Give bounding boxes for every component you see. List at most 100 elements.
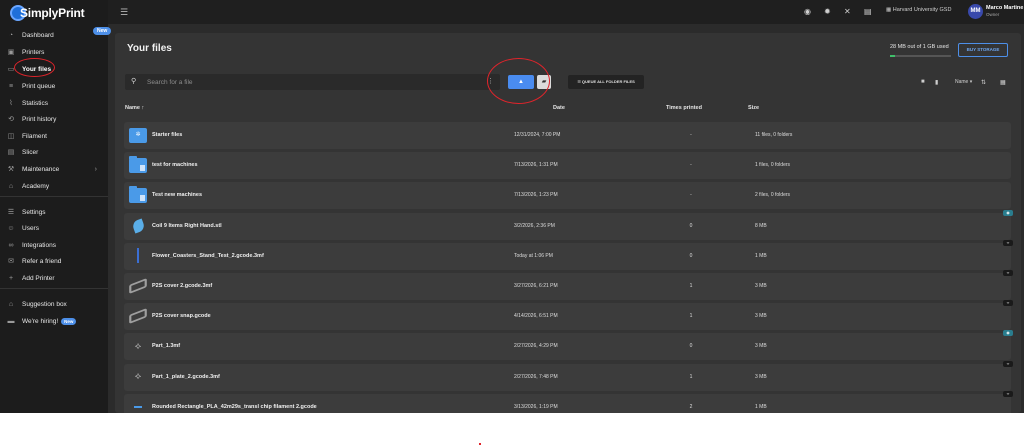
header-name-label: Name <box>125 105 140 111</box>
sidebar-item-print-history[interactable]: ⟲ Print history <box>0 112 108 126</box>
sidebar-item-label: Settings <box>22 208 46 216</box>
storage-usage-text: 28 MB out of 1 GB used <box>890 44 949 50</box>
sidebar-item-suggestion-box[interactable]: ⌂ Suggestion box <box>0 297 108 311</box>
sidebar-item-label: Slicer <box>22 148 39 156</box>
file-name: Coil 9 Items Right Hand.stl <box>152 222 222 229</box>
sidebar-item-we-re-hiring[interactable]: ▬ We're hiring! New <box>0 314 108 328</box>
organization-name: Harvard University GSD <box>892 7 952 13</box>
sidebar-item-label: Add Printer <box>22 274 55 282</box>
sidebar-item-add-printer[interactable]: + Add Printer <box>0 271 108 285</box>
file-times-printed: 0 <box>689 252 693 259</box>
sidebar-item-academy[interactable]: ⌂ Academy <box>0 179 108 193</box>
app-logo[interactable]: SimplyPrint <box>8 3 100 23</box>
history-icon: ⟲ <box>8 116 14 123</box>
file-size: 1 MB <box>755 252 767 259</box>
table-row[interactable]: ✲ Starter files 12/31/2024, 7:00 PM - 11 fil… <box>124 122 1011 149</box>
news-icon[interactable]: ▤ <box>864 7 872 16</box>
table-row[interactable]: ⟡ Part_1.3mf 2/27/2026, 4:29 PM 0 3 MB ◉ <box>124 330 1013 361</box>
queue-all-folder-files-button[interactable]: ☰ QUEUE ALL FOLDER FILES <box>568 75 644 89</box>
model-preview-icon <box>129 278 147 294</box>
sort-arrow-up-icon: ↑ <box>141 105 145 111</box>
column-header-date[interactable]: Date <box>553 105 565 111</box>
hamburger-menu-icon[interactable]: ☰ <box>120 7 128 18</box>
table-row[interactable]: Coil 9 Items Right Hand.stl 3/2/2026, 2:3… <box>124 209 1013 240</box>
search-bar: ⚲ ⋮ <box>125 74 500 90</box>
link-icon: ∞ <box>8 241 14 249</box>
grid-view-icon[interactable]: ▦ <box>1000 79 1006 86</box>
sidebar-item-users[interactable]: ☺ Users <box>0 221 108 235</box>
gear-icon[interactable]: ✹ <box>824 7 831 16</box>
table-row[interactable]: P2S cover snap.gcode 4/14/2026, 6:51 PM 1 3… <box>124 300 1013 331</box>
file-date: 7/13/2026, 1:23 PM <box>514 192 558 199</box>
sort-label: Name <box>955 79 969 85</box>
column-header-name[interactable]: Name ↑ <box>125 105 144 111</box>
sidebar-item-integrations[interactable]: ∞ Integrations <box>0 238 108 252</box>
file-thumbnail: ⟡ <box>129 368 147 386</box>
sidebar-item-your-files[interactable]: ▭ Your files <box>0 62 108 76</box>
folder-view-icon[interactable]: ■ <box>921 79 925 85</box>
sidebar-item-refer-a-friend[interactable]: ✉ Refer a friend <box>0 254 108 268</box>
user-name[interactable]: Marco Martine <box>986 5 1023 11</box>
table-row[interactable]: P2S cover 2.gcode.3mf 3/27/2026, 6:21 PM 1… <box>124 270 1013 300</box>
upload-file-button[interactable]: ▲ <box>508 75 534 89</box>
table-row[interactable]: ⟡ Part_1_plate_2.gcode.3mf 2/27/2026, 7:48… <box>124 360 1013 391</box>
file-date: 2/27/2026, 4:29 PM <box>514 343 558 350</box>
buy-storage-button[interactable]: BUY STORAGE <box>958 43 1008 57</box>
file-view-icon[interactable]: ▮ <box>935 79 938 86</box>
table-row[interactable]: Test new machines 7/13/2026, 1:23 PM - 2 fi… <box>124 182 1011 210</box>
sidebar: SimplyPrint New ◔ Dashboard ▣ Printers ▭ Your… <box>0 0 112 413</box>
new-folder-button[interactable]: ▰ <box>537 75 551 89</box>
chart-icon: ⌇ <box>9 100 13 107</box>
file-name: P2S cover snap.gcode <box>152 313 211 320</box>
discord-icon[interactable]: ◉ <box>804 7 811 16</box>
tools-icon[interactable]: ✕ <box>844 7 851 16</box>
table-row[interactable]: Flower_Coasters_Stand_Test_2.gcode.3mf To… <box>124 239 1013 270</box>
logo-text: SimplyPrint <box>20 6 85 20</box>
folder-icon <box>129 185 147 203</box>
sidebar-item-label: Your files <box>22 65 52 73</box>
file-name: Test new machines <box>152 192 203 199</box>
table-row[interactable]: test for machines 7/13/2026, 1:31 PM - 1 fi… <box>124 152 1011 180</box>
file-thumbnail <box>129 247 147 265</box>
sidebar-item-label: Statistics <box>22 99 49 107</box>
model-preview-icon <box>130 218 146 234</box>
file-size: 2 files, 0 folders <box>755 192 791 199</box>
file-thumbnail: ✲ <box>129 126 147 144</box>
sidebar-item-print-queue[interactable]: ≡ Print queue <box>0 79 108 93</box>
sidebar-item-dashboard[interactable]: ◔ Dashboard <box>0 28 108 42</box>
gift-icon: ✉ <box>8 258 14 265</box>
file-date: 4/14/2026, 6:51 PM <box>514 313 558 320</box>
model-preview-icon <box>129 308 147 325</box>
search-input[interactable] <box>147 76 477 88</box>
file-size: 11 files, 0 folders <box>755 132 793 138</box>
sidebar-item-maintenance[interactable]: ⚒ Maintenance › <box>0 162 108 176</box>
file-name: Starter files <box>152 132 183 138</box>
sidebar-item-label: We're hiring! <box>22 317 59 325</box>
avatar[interactable]: MM <box>968 4 983 19</box>
file-times-printed: 0 <box>689 343 693 350</box>
file-name: Flower_Coasters_Stand_Test_2.gcode.3mf <box>152 252 264 259</box>
gcode-badge-icon: ‹› <box>1003 390 1013 397</box>
sort-order-icon[interactable]: ⇅ <box>981 79 986 86</box>
spool-icon: ◫ <box>7 133 15 140</box>
column-header-size[interactable]: Size <box>748 105 759 111</box>
wrench-icon: ⚒ <box>7 166 15 173</box>
sidebar-item-settings[interactable]: ☰ Settings <box>0 205 108 219</box>
sidebar-item-filament[interactable]: ◫ Filament <box>0 129 108 143</box>
search-options-icon[interactable]: ⋮ <box>487 77 494 85</box>
file-size: 8 MB <box>755 222 767 229</box>
sidebar-item-label: Printers <box>22 48 45 56</box>
model-preview-icon: ⟡ <box>134 340 142 352</box>
column-header-times-printed[interactable]: Times printed <box>666 105 702 111</box>
file-thumbnail <box>129 217 147 235</box>
starter-folder-icon: ✲ <box>129 127 147 143</box>
sidebar-item-slicer[interactable]: ▤ Slicer <box>0 145 108 159</box>
gauge-icon: ◔ <box>8 31 14 39</box>
sidebar-divider <box>0 288 108 289</box>
sort-select[interactable]: Name ▾ <box>955 79 972 85</box>
sidebar-item-printers[interactable]: ▣ Printers <box>0 45 108 59</box>
file-size: 3 MB <box>755 343 767 350</box>
organization-switcher[interactable]: ▦ Harvard University GSD <box>886 7 951 13</box>
sidebar-item-statistics[interactable]: ⌇ Statistics <box>0 96 108 110</box>
table-row[interactable]: Rounded Rectangle_PLA_42m29s_transl chip… <box>124 390 1013 413</box>
